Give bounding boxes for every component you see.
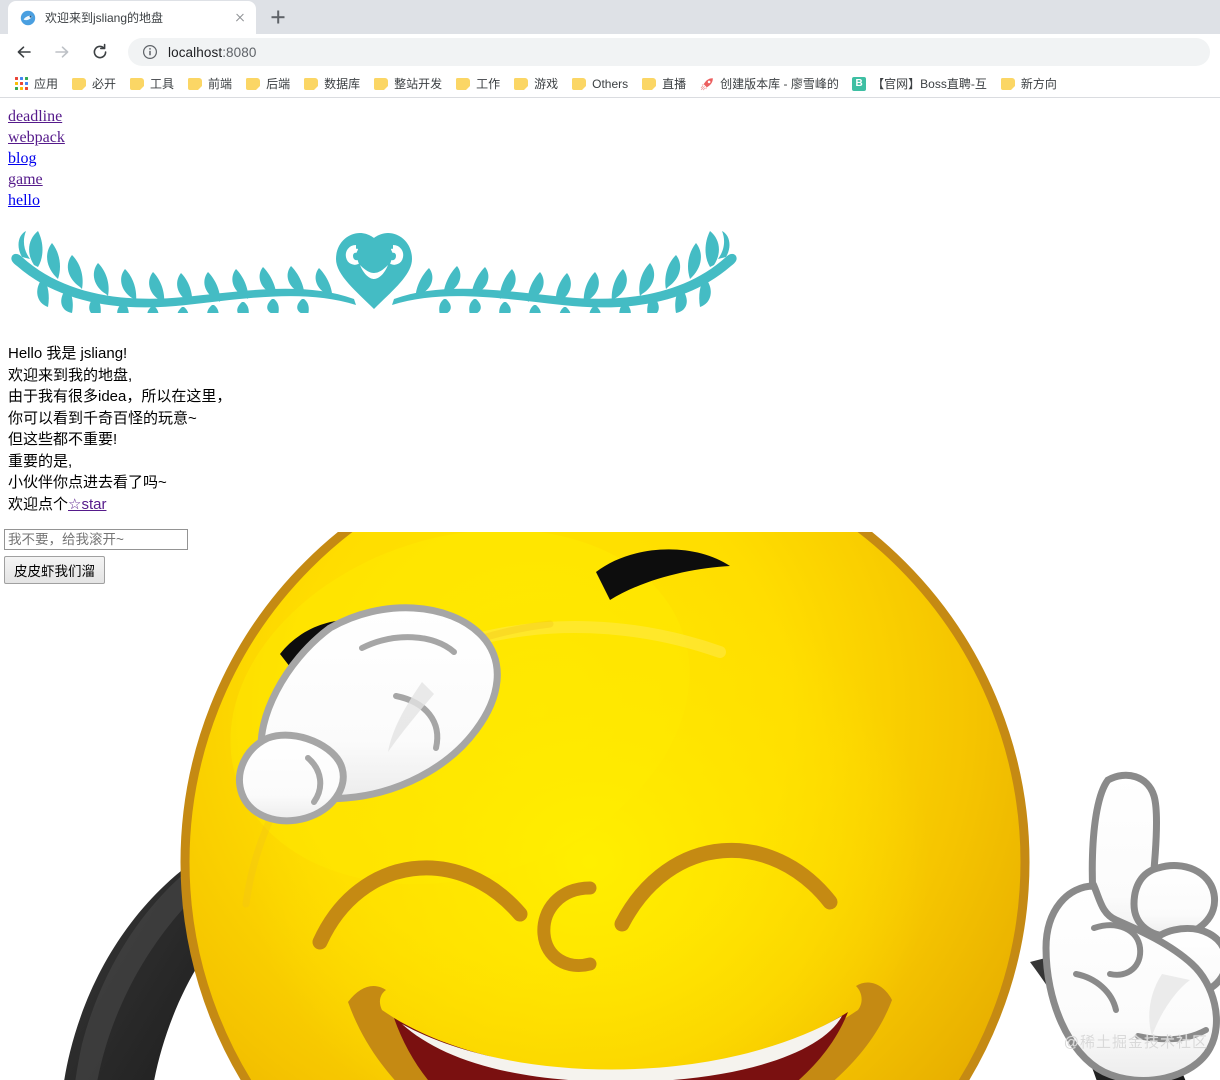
bookmark-folder-others[interactable]: Others [566, 73, 634, 95]
close-icon[interactable] [232, 10, 248, 26]
folder-icon [246, 77, 261, 90]
folder-icon [572, 77, 587, 90]
link-hello[interactable]: hello [8, 190, 40, 211]
watermark-text: @稀土掘金技术社区 [1063, 1034, 1208, 1051]
bookmark-label: 整站开发 [394, 77, 443, 91]
bookmark-label: 工具 [150, 77, 175, 91]
boss-icon: B [852, 76, 867, 91]
folder-icon [130, 77, 145, 90]
folder-icon [642, 77, 657, 90]
folder-icon [1000, 77, 1015, 90]
intro-line: 小伙伴你点进去看了吗~ [8, 474, 167, 491]
star-link[interactable]: ☆star [68, 496, 106, 513]
folder-icon [374, 77, 389, 90]
folder-icon [72, 77, 87, 90]
bookmark-label: 创建版本库 - 廖雪峰的 [720, 77, 839, 91]
bookmark-folder-tools[interactable]: 工具 [124, 73, 180, 95]
rocket-icon [700, 77, 714, 91]
laughing-emoji-image [30, 532, 1220, 1080]
bookmark-boss-zhipin[interactable]: B 【官网】Boss直聘-互 [846, 73, 993, 95]
intro-line: 由于我有很多idea，所以在这里， [8, 388, 232, 405]
bookmark-label: 工作 [476, 77, 501, 91]
intro-line: 重要的是, [8, 452, 73, 470]
bookmarks-bar: 应用 必开 工具 前端 后端 数据库 整站开发 工作 游戏 Others 直播 … [0, 70, 1220, 98]
bookmark-label: 游戏 [534, 77, 559, 91]
subscribe-form: 皮皮虾我们溜 [4, 529, 1220, 584]
address-bar[interactable]: localhost:8080 [128, 38, 1210, 66]
bookmark-label: 后端 [266, 77, 291, 91]
site-favicon [20, 10, 36, 26]
intro-line: 但这些都不重要! [8, 431, 118, 448]
bookmark-folder-frontend[interactable]: 前端 [182, 73, 238, 95]
intro-line: 你可以看到千奇百怪的玩意~ [8, 409, 197, 427]
url-host: localhost [168, 44, 223, 60]
folder-icon [188, 77, 203, 90]
bookmark-label: 数据库 [324, 77, 361, 91]
link-deadline[interactable]: deadline [8, 106, 62, 127]
link-game[interactable]: game [8, 169, 43, 190]
url-port: :8080 [222, 44, 257, 60]
laurel-heart-divider-icon [4, 217, 744, 313]
message-input[interactable] [4, 529, 188, 550]
bookmark-folder-database[interactable]: 数据库 [298, 73, 366, 95]
intro-line: 欢迎来到我的地盘, [8, 366, 133, 384]
browser-chrome: 欢迎来到jsliang的地盘 localhost:8080 应用 必开 工具 前… [0, 0, 1220, 98]
page-nav-links: deadline webpack blog game hello [0, 98, 1220, 211]
bookmark-label: 【官网】Boss直聘-互 [872, 77, 987, 91]
reload-icon[interactable] [86, 38, 114, 66]
intro-star-line: 欢迎点个☆star [8, 494, 1220, 516]
bookmark-folder-bikai[interactable]: 必开 [66, 73, 122, 95]
tab-title: 欢迎来到jsliang的地盘 [45, 11, 164, 25]
star-prefix-text: 欢迎点个 [8, 495, 69, 513]
back-arrow-icon[interactable] [10, 38, 38, 66]
browser-tab-active[interactable]: 欢迎来到jsliang的地盘 [8, 1, 256, 34]
folder-icon [456, 77, 471, 90]
page-viewport: deadline webpack blog game hello Hello 我… [0, 98, 1220, 1080]
folder-icon [304, 77, 319, 90]
bookmark-label: 新方向 [1020, 77, 1057, 91]
apps-grid-icon [14, 77, 28, 91]
bookmark-label: Others [592, 76, 629, 91]
bookmark-folder-newdirection[interactable]: 新方向 [995, 73, 1063, 95]
folder-icon [514, 77, 529, 90]
bookmark-label: 前端 [208, 77, 233, 91]
submit-button[interactable]: 皮皮虾我们溜 [4, 556, 105, 584]
new-tab-button[interactable] [264, 3, 292, 31]
bookmark-apps[interactable]: 应用 [8, 73, 64, 95]
bookmark-folder-live[interactable]: 直播 [636, 73, 692, 95]
bookmark-git-repo[interactable]: 创建版本库 - 廖雪峰的 [694, 73, 844, 95]
bookmark-folder-fullsite[interactable]: 整站开发 [368, 73, 448, 95]
bookmark-label: 直播 [662, 77, 687, 91]
intro-text: Hello 我是 jsliang! 欢迎来到我的地盘, 由于我有很多idea，所… [8, 343, 1220, 515]
bookmark-label: 应用 [34, 77, 59, 91]
address-bar-text: localhost:8080 [168, 45, 256, 60]
info-circle-icon[interactable] [142, 44, 158, 60]
bookmark-folder-backend[interactable]: 后端 [240, 73, 296, 95]
browser-toolbar: localhost:8080 [0, 34, 1220, 70]
intro-line: Hello 我是 jsliang! [8, 345, 128, 362]
link-blog[interactable]: blog [8, 148, 36, 169]
bookmark-folder-games[interactable]: 游戏 [508, 73, 564, 95]
link-webpack[interactable]: webpack [8, 127, 65, 148]
tab-strip: 欢迎来到jsliang的地盘 [0, 0, 1220, 34]
bookmark-label: 必开 [92, 77, 117, 91]
forward-arrow-icon [48, 38, 76, 66]
bookmark-folder-work[interactable]: 工作 [450, 73, 506, 95]
